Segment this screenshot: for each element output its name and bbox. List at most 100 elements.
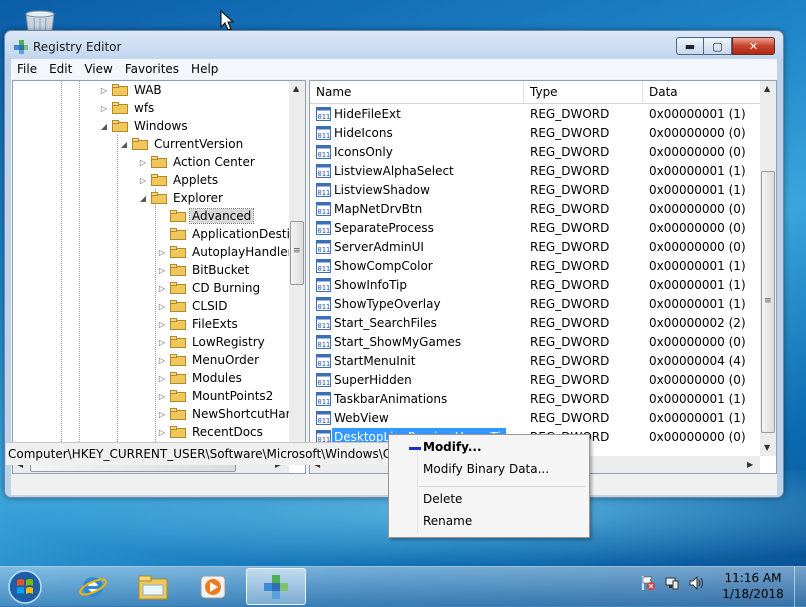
scroll-up-arrow-icon[interactable]: ▲ (764, 84, 770, 93)
expand-arrow-icon[interactable]: ▷ (157, 338, 167, 347)
client-area: ▷ WAB ▷ wfs ◢ Windows ◢ CurrentVersion ▷ Action C… (11, 79, 777, 495)
expand-arrow-icon[interactable]: ▷ (99, 86, 109, 95)
menu-file[interactable]: File (11, 62, 43, 76)
context-modify[interactable]: Modify... (423, 440, 482, 454)
tree-node[interactable]: ▷ NewShortcutHanc (157, 405, 289, 423)
tree-node[interactable]: ▷ MountPoints2 (157, 387, 275, 405)
value-row[interactable]: 011 MapNetDrvBtn REG_DWORD 0x00000000 (0) (310, 200, 760, 219)
column-header-name[interactable]: Name (310, 81, 524, 103)
tree-node-label: MenuOrder (192, 353, 260, 367)
value-row[interactable]: 011 ShowInfoTip REG_DWORD 0x00000001 (1) (310, 276, 760, 295)
value-row[interactable]: 011 HideFileExt REG_DWORD 0x00000001 (1) (310, 105, 760, 124)
expand-arrow-icon[interactable]: ▷ (157, 428, 167, 437)
tree-node[interactable]: ▷ WAB (99, 81, 164, 99)
context-menu: Modify... Modify Binary Data... Delete R… (388, 434, 590, 538)
tree-node[interactable]: Advanced (157, 207, 255, 225)
tree-node[interactable]: ApplicationDestin (157, 225, 289, 243)
taskbar-clock[interactable]: 11:16 AM 1/18/2018 (718, 570, 788, 602)
collapse-arrow-icon[interactable]: ◢ (99, 122, 109, 131)
collapse-arrow-icon[interactable]: ◢ (119, 140, 129, 149)
scroll-up-arrow-icon[interactable]: ▲ (293, 84, 299, 93)
context-delete[interactable]: Delete (423, 492, 462, 506)
value-row[interactable]: 011 ShowCompColor REG_DWORD 0x00000001 (1) (310, 257, 760, 276)
expand-arrow-icon[interactable]: ▷ (157, 248, 167, 257)
tree-node[interactable]: ▷ FileExts (157, 315, 240, 333)
expand-arrow-icon[interactable]: ▷ (138, 158, 148, 167)
tree-node[interactable]: ▷ LowRegistry (157, 333, 267, 351)
expand-arrow-icon[interactable]: ▷ (157, 374, 167, 383)
list-vertical-scrollbar[interactable]: ▲ ≡ ▼ (760, 81, 776, 456)
tree-node[interactable]: ▷ MenuOrder (157, 351, 261, 369)
expand-arrow-icon[interactable]: ▷ (99, 104, 109, 113)
value-row[interactable]: 011 WebView REG_DWORD 0x00000001 (1) (310, 409, 760, 428)
tree-node[interactable]: ◢ Explorer (138, 189, 225, 207)
tree-node[interactable]: ▷ Action Center (138, 153, 257, 171)
value-row[interactable]: 011 ListviewAlphaSelect REG_DWORD 0x0000000… (310, 162, 760, 181)
tree-node[interactable]: ▷ BitBucket (157, 261, 251, 279)
svg-text:011: 011 (318, 151, 331, 159)
expand-arrow-icon[interactable]: ▷ (157, 320, 167, 329)
values-list-pane[interactable]: Name Type Data 011 HideFileExt REG_DWORD 0x… (309, 80, 777, 474)
start-orb-icon[interactable] (4, 568, 46, 606)
expand-arrow-icon[interactable]: ▷ (157, 266, 167, 275)
value-row[interactable]: 011 SuperHidden REG_DWORD 0x00000000 (0) (310, 371, 760, 390)
expand-arrow-icon[interactable]: ▷ (157, 284, 167, 293)
context-modify-binary[interactable]: Modify Binary Data... (423, 462, 549, 476)
taskbar-file-explorer[interactable] (126, 568, 180, 605)
action-center-flag-icon[interactable] (640, 575, 656, 591)
value-row[interactable]: 011 HideIcons REG_DWORD 0x00000000 (0) (310, 124, 760, 143)
menu-edit[interactable]: Edit (43, 62, 78, 76)
title-bar[interactable]: Registry Editor ▬ ▢ ✕ (5, 31, 783, 59)
tree-vertical-scrollbar[interactable]: ▲ ≡ ▼ (289, 81, 305, 456)
value-row[interactable]: 011 Start_ShowMyGames REG_DWORD 0x00000000 … (310, 333, 760, 352)
value-row[interactable]: 011 StartMenuInit REG_DWORD 0x00000004 (4) (310, 352, 760, 371)
column-header-data[interactable]: Data (643, 81, 760, 103)
value-row[interactable]: 011 TaskbarAnimations REG_DWORD 0x00000001 … (310, 390, 760, 409)
expand-arrow-icon[interactable]: ▷ (157, 392, 167, 401)
tree-node[interactable]: ▷ Modules (157, 369, 244, 387)
volume-icon[interactable] (688, 575, 706, 591)
expand-arrow-icon[interactable]: ▷ (157, 410, 167, 419)
menu-favorites[interactable]: Favorites (119, 62, 185, 76)
value-row[interactable]: 011 IconsOnly REG_DWORD 0x00000000 (0) (310, 143, 760, 162)
value-row[interactable]: 011 ShowTypeOverlay REG_DWORD 0x00000001 (1… (310, 295, 760, 314)
taskbar-internet-explorer[interactable] (66, 568, 120, 605)
reg-binary-value-icon: 011 (316, 373, 331, 387)
value-row[interactable]: 011 SeparateProcess REG_DWORD 0x00000000 (0… (310, 219, 760, 238)
tree-node[interactable]: ◢ CurrentVersion (119, 135, 245, 153)
expand-arrow-icon[interactable]: ▷ (157, 356, 167, 365)
value-name: WebView (334, 411, 389, 425)
taskbar-media-player[interactable] (186, 568, 240, 605)
tree-node[interactable]: ▷ Applets (138, 171, 220, 189)
tree-node-label: CurrentVersion (154, 137, 244, 151)
tree-node[interactable]: ◢ Windows (99, 117, 190, 135)
show-desktop-button[interactable] (794, 567, 806, 607)
network-icon[interactable] (664, 575, 680, 591)
column-header-type[interactable]: Type (524, 81, 643, 103)
tree-node[interactable]: ▷ AutoplayHandlers (157, 243, 289, 261)
maximize-button[interactable]: ▢ (704, 37, 732, 55)
svg-text:011: 011 (318, 170, 331, 178)
scroll-thumb[interactable]: ≡ (290, 221, 304, 285)
value-row[interactable]: 011 ListviewShadow REG_DWORD 0x00000001 (1) (310, 181, 760, 200)
scroll-thumb[interactable]: ≡ (761, 171, 775, 433)
menu-help[interactable]: Help (185, 62, 224, 76)
tree-node[interactable]: ▷ wfs (99, 99, 156, 117)
context-rename[interactable]: Rename (423, 514, 472, 528)
value-row[interactable]: 011 Start_SearchFiles REG_DWORD 0x00000002 … (310, 314, 760, 333)
taskbar-registry-editor[interactable] (246, 568, 306, 605)
expand-arrow-icon[interactable]: ▷ (138, 176, 148, 185)
tree-node[interactable]: ▷ CLSID (157, 297, 229, 315)
expand-arrow-icon[interactable]: ▷ (157, 302, 167, 311)
tree-node[interactable]: ▷ RecentDocs (157, 423, 265, 441)
collapse-arrow-icon[interactable]: ◢ (138, 194, 148, 203)
value-row[interactable]: 011 ServerAdminUI REG_DWORD 0x00000000 (0) (310, 238, 760, 257)
menu-view[interactable]: View (78, 62, 118, 76)
tree-node[interactable]: ▷ CD Burning (157, 279, 262, 297)
minimize-button[interactable]: ▬ (676, 37, 704, 55)
scroll-right-arrow-icon[interactable]: ▶ (747, 460, 753, 469)
close-button[interactable]: ✕ (732, 37, 775, 55)
key-tree-pane[interactable]: ▷ WAB ▷ wfs ◢ Windows ◢ CurrentVersion ▷ Action C… (12, 80, 306, 474)
scroll-down-arrow-icon[interactable]: ▼ (764, 443, 770, 452)
value-data: 0x00000004 (4) (649, 354, 746, 368)
